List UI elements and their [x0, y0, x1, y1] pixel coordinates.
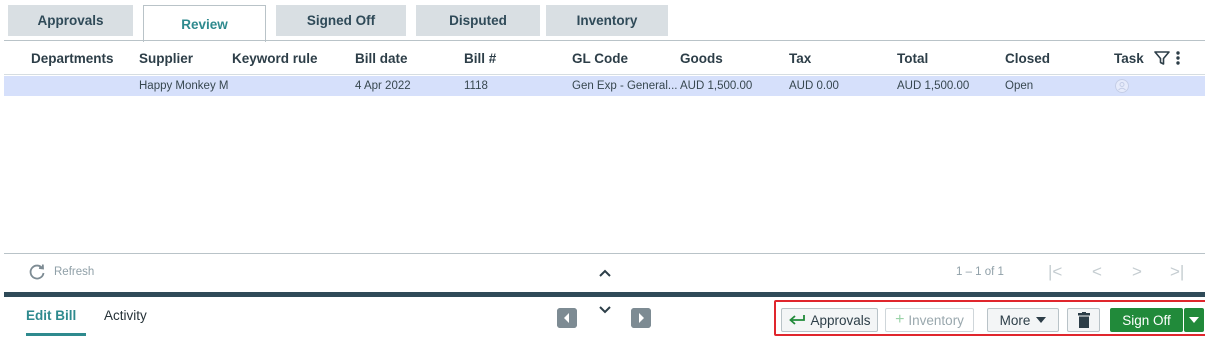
bill-panel-toolbar: Edit Bill Activity Approvals + Inventory… — [4, 297, 1205, 337]
more-dropdown[interactable]: More — [987, 308, 1059, 332]
cell-tax: AUD 0.00 — [789, 80, 839, 92]
column-header-bill-date[interactable]: Bill date — [355, 51, 408, 66]
tab-edit-bill[interactable]: Edit Bill — [26, 308, 76, 323]
inventory-button-label: Inventory — [908, 312, 964, 328]
grid-footer: Refresh 1 – 1 of 1 |< < > >| — [4, 253, 1205, 291]
caret-down-icon — [1036, 317, 1047, 323]
cell-goods: AUD 1,500.00 — [680, 80, 753, 92]
chevron-down-icon[interactable] — [598, 305, 612, 315]
tab-disputed[interactable]: Disputed — [416, 5, 540, 36]
return-arrow-icon — [789, 315, 806, 325]
cell-total: AUD 1,500.00 — [897, 80, 970, 92]
column-header-tax[interactable]: Tax — [789, 51, 811, 66]
column-header-closed[interactable]: Closed — [1005, 51, 1050, 66]
user-icon[interactable] — [1115, 79, 1129, 93]
active-tab-indicator — [26, 333, 86, 336]
caret-down-icon — [1189, 317, 1199, 323]
grid-header: Departments Supplier Keyword rule Bill d… — [4, 41, 1205, 75]
tab-inventory[interactable]: Inventory — [546, 5, 668, 36]
delete-button[interactable] — [1067, 308, 1100, 332]
approvals-button[interactable]: Approvals — [781, 308, 878, 332]
refresh-icon[interactable] — [28, 263, 46, 281]
column-header-departments[interactable]: Departments — [31, 51, 114, 66]
last-page-button[interactable]: >| — [1170, 262, 1184, 282]
column-header-bill-number[interactable]: Bill # — [464, 51, 496, 66]
table-row[interactable]: Happy Monkey M... 4 Apr 2022 1118 Gen Ex… — [4, 76, 1205, 96]
sign-off-dropdown-button[interactable] — [1184, 308, 1204, 332]
approvals-button-label: Approvals — [810, 312, 871, 328]
tab-signed-off[interactable]: Signed Off — [276, 5, 406, 36]
tab-activity[interactable]: Activity — [104, 308, 147, 323]
more-dropdown-label: More — [999, 312, 1031, 328]
bills-grid: Departments Supplier Keyword rule Bill d… — [4, 40, 1205, 253]
next-page-button[interactable]: > — [1132, 262, 1142, 282]
refresh-label[interactable]: Refresh — [54, 266, 94, 278]
filter-icon[interactable] — [1154, 50, 1170, 66]
tab-approvals[interactable]: Approvals — [8, 5, 133, 36]
chevron-up-icon[interactable] — [598, 268, 612, 278]
column-header-gl-code[interactable]: GL Code — [572, 51, 628, 66]
cell-bill-date: 4 Apr 2022 — [355, 80, 411, 92]
previous-bill-button[interactable] — [557, 308, 577, 328]
next-bill-button[interactable] — [631, 308, 651, 328]
column-header-supplier[interactable]: Supplier — [139, 51, 193, 66]
trash-icon — [1077, 312, 1090, 328]
page-info: 1 – 1 of 1 — [956, 266, 1004, 278]
cell-gl-code: Gen Exp - General... — [572, 80, 678, 92]
cell-bill-number: 1118 — [464, 80, 488, 92]
column-header-keyword-rule[interactable]: Keyword rule — [232, 51, 318, 66]
column-header-total[interactable]: Total — [897, 51, 928, 66]
tab-review[interactable]: Review — [143, 5, 266, 42]
cell-supplier: Happy Monkey M... — [139, 80, 229, 92]
inventory-button[interactable]: + Inventory — [885, 308, 974, 332]
column-header-task[interactable]: Task — [1114, 51, 1144, 66]
plus-icon: + — [895, 311, 905, 328]
cell-closed: Open — [1005, 80, 1034, 92]
tab-bar: Approvals Review Signed Off Disputed Inv… — [8, 5, 1205, 42]
first-page-button[interactable]: |< — [1048, 262, 1062, 282]
column-header-goods[interactable]: Goods — [680, 51, 723, 66]
column-menu-icon[interactable] — [1174, 50, 1182, 66]
sign-off-button[interactable]: Sign Off — [1110, 308, 1183, 332]
prev-page-button[interactable]: < — [1092, 262, 1102, 282]
action-buttons-highlight: Approvals + Inventory More Sign Off — [774, 300, 1205, 336]
